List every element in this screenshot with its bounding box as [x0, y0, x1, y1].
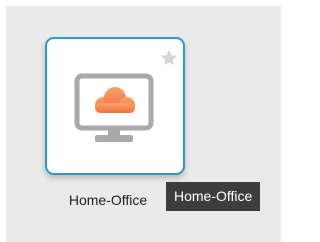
home-office-tile[interactable] [45, 37, 185, 175]
tile-label: Home-Office [68, 192, 148, 208]
tooltip: Home-Office [166, 182, 261, 211]
monitor-cloud-icon [74, 73, 154, 142]
star-icon[interactable] [159, 48, 179, 68]
